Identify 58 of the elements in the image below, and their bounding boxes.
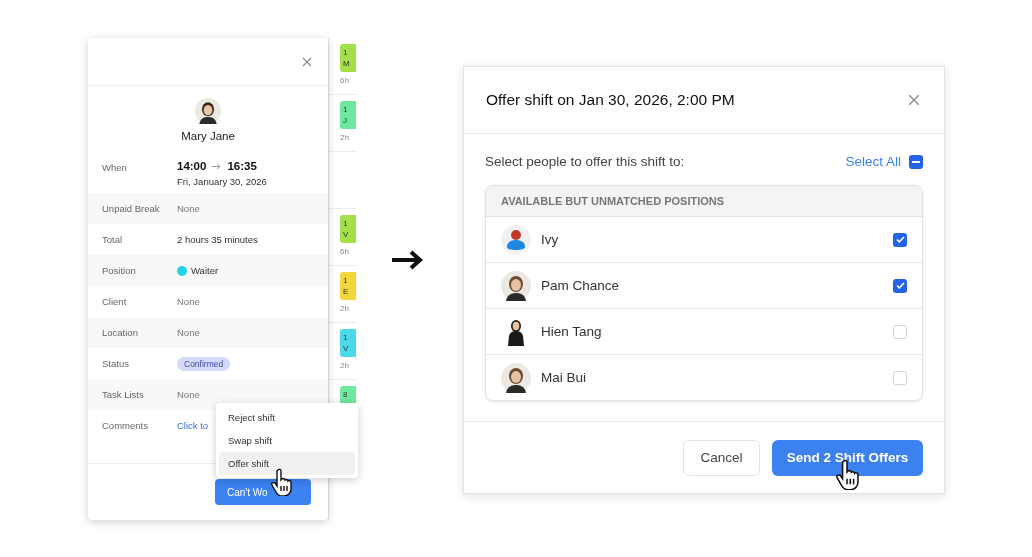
detail-value: None	[177, 327, 200, 338]
shift-hours: 2h	[340, 361, 350, 370]
end-time: 16:35	[227, 160, 257, 172]
person-checkbox[interactable]	[893, 278, 907, 293]
person-name: Hien Tang	[541, 324, 603, 339]
cancel-button[interactable]: Cancel	[683, 439, 760, 476]
person-name: Ivy	[541, 232, 560, 247]
detail-label: Client	[102, 296, 128, 307]
select-all-link[interactable]: Select All	[845, 154, 923, 169]
shift-card[interactable]: 1 E	[340, 272, 356, 300]
close-icon[interactable]	[302, 56, 312, 67]
detail-label: Task Lists	[102, 389, 145, 400]
detail-value: 2 hours 35 minutes	[177, 234, 258, 245]
detail-value: None	[177, 296, 200, 307]
send-offers-button[interactable]: Send 2 Shift Offers	[772, 439, 923, 476]
start-time: 14:00	[177, 160, 207, 172]
minus-icon	[912, 160, 920, 163]
detail-label: Status	[102, 358, 130, 369]
comments-link[interactable]: Click to	[177, 420, 209, 431]
detail-label: Location	[102, 327, 139, 338]
checkmark-icon	[895, 282, 905, 289]
avatar	[195, 98, 221, 124]
menu-item[interactable]: Swap shift	[219, 429, 355, 452]
section-header: AVAILABLE BUT UNMATCHED POSITIONS	[486, 186, 922, 217]
employee-name: Mary Jane	[181, 130, 235, 142]
detail-label: Comments	[102, 420, 149, 431]
shift-card[interactable]: 1 V	[340, 215, 356, 243]
detail-label: When	[102, 161, 128, 173]
close-icon[interactable]	[908, 94, 920, 106]
shift-hours: 2h	[340, 304, 350, 313]
shift-hours: 6h	[340, 76, 350, 85]
user-icon	[501, 224, 531, 255]
checkmark-icon	[895, 236, 905, 243]
detail-value: None	[177, 389, 200, 400]
person-name: Mai Bui	[541, 370, 587, 385]
detail-label: Position	[102, 265, 137, 276]
shift-card[interactable]: 1 M	[340, 44, 356, 72]
person-name: Pam Chance	[541, 278, 621, 293]
shift-card[interactable]: 1 V	[340, 329, 356, 357]
person-checkbox[interactable]	[893, 232, 907, 247]
avatar	[501, 270, 531, 301]
detail-label: Unpaid Break	[102, 203, 161, 214]
detail-label: Total	[102, 234, 124, 245]
select-all-checkbox[interactable]	[909, 154, 923, 169]
person-checkbox[interactable]	[893, 370, 907, 385]
shift-hours: 6h	[340, 247, 350, 256]
shift-hours: 2h	[340, 133, 350, 142]
shift-card[interactable]: 1 J	[340, 101, 356, 129]
dialog-title: Offer shift on Jan 30, 2026, 2:00 PM	[486, 91, 735, 109]
shift-date: Fri, January 30, 2026	[177, 176, 267, 187]
detail-value: Waiter	[191, 265, 219, 276]
detail-value: None	[177, 203, 200, 214]
avatar	[501, 362, 531, 393]
person-checkbox[interactable]	[893, 324, 907, 339]
status-badge: Confirmed	[177, 356, 231, 371]
instruction-text: Select people to offer this shift to:	[485, 154, 685, 169]
menu-item[interactable]: Offer shift	[219, 452, 355, 475]
arrow-right-icon	[212, 162, 222, 170]
